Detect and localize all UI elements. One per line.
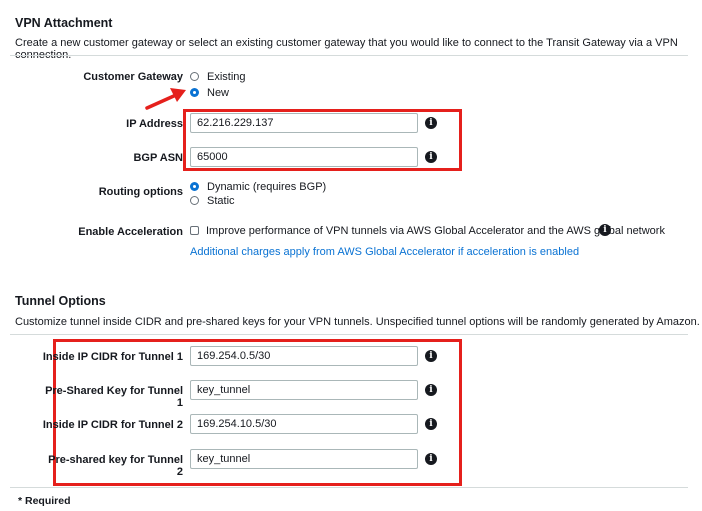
- static-radio[interactable]: [190, 196, 199, 205]
- dynamic-radio[interactable]: [190, 182, 199, 191]
- tunnel1-cidr-input[interactable]: 169.254.0.5/30: [190, 346, 418, 366]
- new-radio-label[interactable]: New: [207, 87, 229, 99]
- section-divider: [10, 487, 688, 488]
- tunnel1-key-info-icon[interactable]: i: [425, 384, 437, 396]
- enable-acceleration-label: Enable Acceleration: [78, 226, 183, 238]
- dynamic-radio-label[interactable]: Dynamic (requires BGP): [207, 181, 326, 193]
- vpn-section-description: Create a new customer gateway or select …: [15, 37, 678, 61]
- existing-radio[interactable]: [190, 72, 199, 81]
- section-divider: [10, 334, 688, 335]
- tunnel1-cidr-info-icon[interactable]: i: [425, 350, 437, 362]
- red-arrow-icon: [145, 88, 186, 110]
- ip-address-label: IP Address: [126, 118, 183, 130]
- tunnel-section-description: Customize tunnel inside CIDR and pre-sha…: [15, 316, 700, 328]
- tunnel2-key-label: Pre-shared key for Tunnel 2: [48, 454, 183, 478]
- new-radio[interactable]: [190, 88, 199, 97]
- bgp-asn-label: BGP ASN: [133, 152, 183, 164]
- ip-address-input[interactable]: 62.216.229.137: [190, 113, 418, 133]
- acceleration-checkbox[interactable]: [190, 226, 199, 235]
- customer-gateway-label: Customer Gateway: [83, 71, 183, 83]
- existing-radio-label[interactable]: Existing: [207, 71, 246, 83]
- tunnel2-key-input[interactable]: key_tunnel: [190, 449, 418, 469]
- vpn-section-title: VPN Attachment: [15, 16, 113, 30]
- acceleration-option-label[interactable]: Improve performance of VPN tunnels via A…: [206, 225, 665, 237]
- required-note: * Required: [18, 495, 71, 507]
- tunnel2-key-info-icon[interactable]: i: [425, 453, 437, 465]
- acceleration-info-icon[interactable]: i: [599, 224, 611, 236]
- tunnel1-key-label: Pre-Shared Key for Tunnel 1: [45, 385, 183, 409]
- ip-info-icon[interactable]: i: [425, 117, 437, 129]
- tunnel2-cidr-input[interactable]: 169.254.10.5/30: [190, 414, 418, 434]
- bgp-info-icon[interactable]: i: [425, 151, 437, 163]
- tunnel-section-title: Tunnel Options: [15, 294, 106, 308]
- static-radio-label[interactable]: Static: [207, 195, 235, 207]
- section-divider: [10, 55, 688, 56]
- acceleration-charges-note[interactable]: Additional charges apply from AWS Global…: [190, 246, 579, 258]
- tunnel2-cidr-label: Inside IP CIDR for Tunnel 2: [42, 419, 183, 431]
- tunnel2-cidr-info-icon[interactable]: i: [425, 418, 437, 430]
- routing-options-label: Routing options: [98, 186, 183, 198]
- tunnel1-key-input[interactable]: key_tunnel: [190, 380, 418, 400]
- tunnel1-cidr-label: Inside IP CIDR for Tunnel 1: [42, 351, 183, 363]
- bgp-asn-input[interactable]: 65000: [190, 147, 418, 167]
